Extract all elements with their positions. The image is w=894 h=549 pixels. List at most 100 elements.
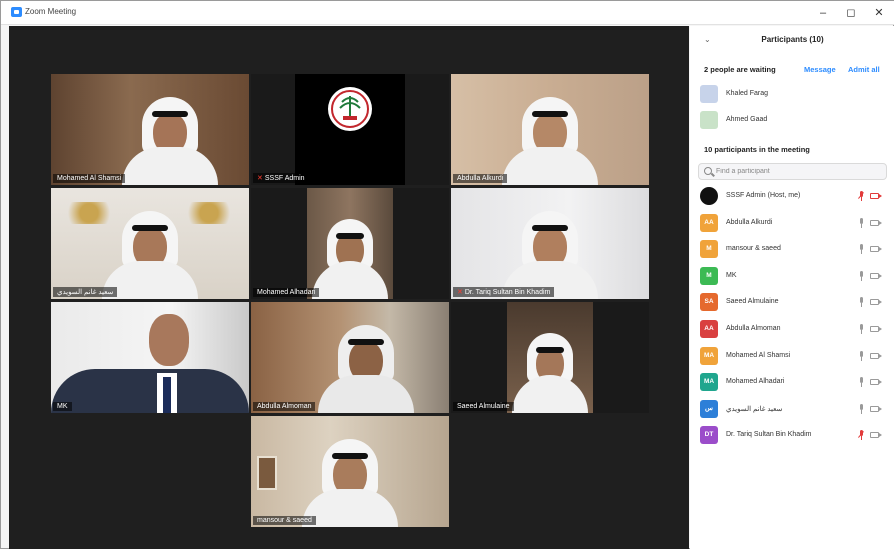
avatar: AA	[700, 320, 718, 338]
zoom-app-icon	[11, 7, 22, 17]
participant-row[interactable]: MA Mohamed Al Shamsi	[700, 346, 888, 367]
participant-row[interactable]: MA Mohamed Alhadari	[700, 373, 888, 393]
avatar: س	[700, 399, 718, 418]
restore-button[interactable]: ◻	[841, 5, 861, 21]
mic-icon[interactable]	[858, 403, 864, 414]
avatar	[700, 111, 718, 129]
mic-icon[interactable]	[858, 270, 864, 281]
participant-video	[505, 327, 595, 413]
participant-status-icons	[858, 377, 884, 389]
participant-row[interactable]: س سعيد غانم السويدي	[700, 399, 888, 420]
participant-status-icons	[858, 297, 884, 309]
participant-name-tag: Abdulla Alkurdi	[453, 174, 508, 183]
waiting-participant-row[interactable]: Khaled Farag	[700, 85, 885, 105]
participant-name: mansour & saeed	[726, 245, 781, 253]
message-waiting-button[interactable]: Message	[804, 65, 836, 74]
participant-name: Mohamed Alhadari	[726, 378, 785, 386]
participant-video	[290, 431, 410, 527]
participant-row[interactable]: SA Saeed Almulaine	[700, 293, 888, 313]
participant-search[interactable]	[698, 163, 887, 180]
wall-frame	[257, 456, 277, 490]
avatar: SA	[700, 293, 718, 312]
participant-row[interactable]: M MK	[700, 266, 888, 287]
minimize-button[interactable]: –	[813, 5, 833, 21]
participant-row[interactable]: DT Dr. Tariq Sultan Bin Khadim	[700, 426, 888, 446]
participant-name: SSSF Admin (Host, me)	[726, 192, 801, 199]
avatar: DT	[700, 426, 718, 445]
video-tile[interactable]: mansour & saeed	[251, 416, 449, 527]
admit-all-button[interactable]: Admit all	[848, 65, 880, 74]
avatar	[700, 187, 718, 205]
mic-icon[interactable]	[858, 377, 864, 388]
video-icon[interactable]	[870, 272, 882, 279]
participant-video	[115, 85, 225, 185]
video-icon[interactable]	[870, 246, 882, 253]
participant-name: Dr. Tariq Sultan Bin Khadim	[726, 431, 812, 439]
video-icon[interactable]	[870, 352, 882, 359]
mic-muted-icon[interactable]	[858, 191, 864, 201]
title-bar: Zoom Meeting – ◻ ✕	[1, 1, 894, 25]
video-icon[interactable]	[870, 405, 882, 412]
participant-name: Khaled Farag	[726, 90, 769, 97]
mic-icon[interactable]	[858, 297, 864, 308]
video-icon[interactable]	[870, 299, 882, 306]
participants-header: ⌄ Participants (10)	[690, 32, 894, 50]
participants-panel: ⌄ Participants (10) 2 people are waiting…	[690, 26, 894, 549]
video-tile[interactable]: Mohamed Al Shamsi	[51, 74, 249, 185]
gallery-view: Mohamed Al Shamsi ✕ SSSF Admin Abdulla Al…	[9, 26, 689, 549]
video-tile[interactable]: Saeed Almulaine	[451, 302, 649, 413]
participant-video	[305, 209, 395, 299]
search-icon	[704, 167, 712, 175]
participant-name-tag: سعيد غانم السويدي	[53, 287, 118, 297]
video-icon[interactable]	[870, 219, 882, 226]
participant-name-tag: Abdulla Almoman	[253, 402, 316, 411]
avatar: MA	[700, 373, 718, 392]
avatar: MA	[700, 346, 718, 365]
participant-row[interactable]: SSSF Admin (Host, me)	[700, 187, 888, 207]
mic-icon[interactable]	[858, 217, 864, 228]
video-tile[interactable]: سعيد غانم السويدي	[51, 188, 249, 299]
participant-name: Mohamed Al Shamsi	[726, 351, 791, 359]
participant-name: سعيد غانم السويدي	[726, 405, 783, 413]
window-title: Zoom Meeting	[25, 7, 77, 16]
video-icon[interactable]	[870, 379, 882, 386]
participant-name: Saeed Almulaine	[726, 298, 779, 306]
mic-muted-icon: ✕	[457, 289, 463, 296]
video-tile[interactable]: ✕ SSSF Admin	[251, 74, 449, 185]
video-tile-active-speaker[interactable]: Abdulla Alkurdi	[451, 74, 649, 185]
video-tile[interactable]: Abdulla Almoman	[251, 302, 449, 413]
video-tile[interactable]: MK	[51, 302, 249, 413]
participant-status-icons	[858, 191, 884, 203]
mic-icon[interactable]	[858, 324, 864, 334]
video-tile[interactable]: ✕ Dr. Tariq Sultan Bin Khadim	[451, 188, 649, 299]
mic-icon[interactable]	[858, 350, 864, 361]
participant-video	[90, 199, 210, 299]
participant-name: Abdulla Alkurdi	[726, 218, 773, 226]
participant-status-icons	[858, 244, 884, 256]
mic-muted-icon[interactable]	[858, 430, 864, 441]
video-icon[interactable]	[870, 326, 882, 332]
participant-name-tag: Mohamed Al Shamsi	[53, 174, 126, 183]
participant-row[interactable]: AA Abdulla Almoman	[700, 320, 888, 340]
participant-suit	[51, 369, 249, 413]
video-off-icon[interactable]	[870, 193, 882, 199]
avatar: M	[700, 266, 718, 285]
participant-name-tag: ✕ SSSF Admin	[253, 173, 309, 183]
participant-row[interactable]: AA Abdulla Alkurdi	[700, 213, 888, 234]
waiting-room-label: 2 people are waiting	[704, 65, 776, 74]
participant-status-icons	[858, 403, 884, 416]
video-tile[interactable]: Mohamed Alhadari	[251, 188, 449, 299]
video-icon[interactable]	[870, 432, 882, 439]
avatar: AA	[700, 213, 718, 232]
participant-row[interactable]: Mmansour & saeed	[700, 240, 888, 260]
search-input[interactable]	[716, 165, 876, 178]
participant-status-icons	[858, 350, 884, 363]
participant-name-tag: mansour & saeed	[253, 516, 316, 525]
participant-name-tag: ✕ Dr. Tariq Sultan Bin Khadim	[453, 287, 555, 297]
close-button[interactable]: ✕	[869, 5, 889, 21]
waiting-participant-row[interactable]: Ahmed Gaad	[700, 111, 885, 131]
mic-icon[interactable]	[858, 244, 864, 255]
participant-name-tag: Mohamed Alhadari	[253, 288, 320, 297]
participant-name: Abdulla Almoman	[726, 325, 781, 332]
mic-muted-icon: ✕	[257, 175, 263, 182]
